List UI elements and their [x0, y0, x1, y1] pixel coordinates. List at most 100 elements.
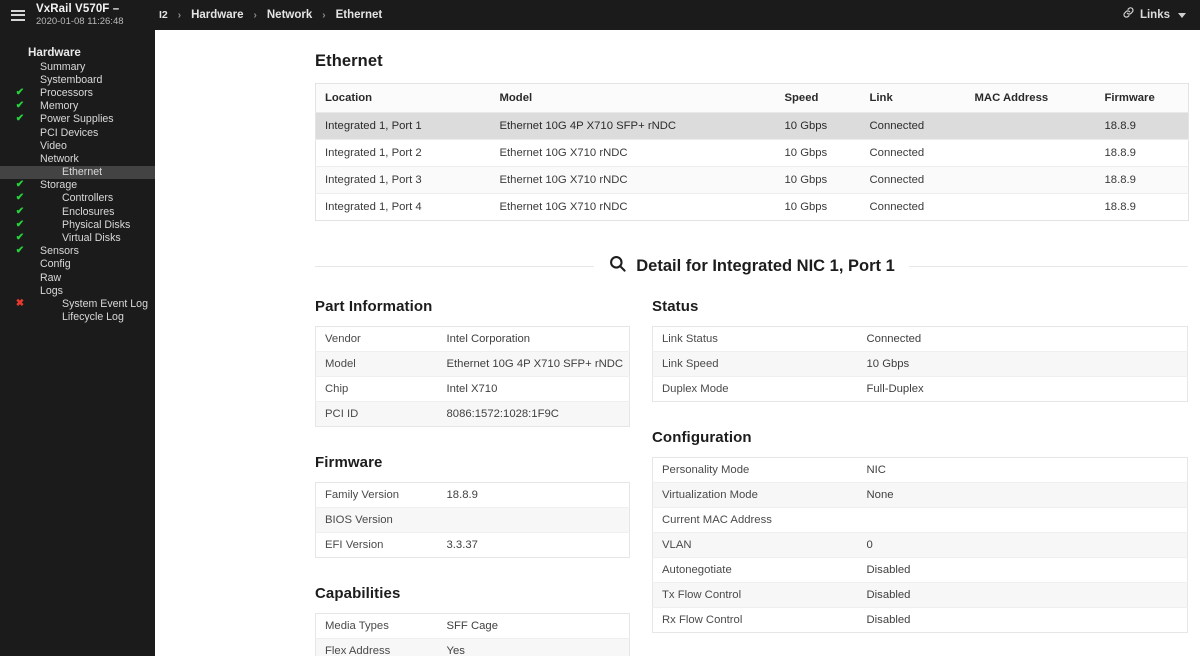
table-cell: Integrated 1, Port 4: [325, 201, 422, 213]
breadcrumb-item-i2[interactable]: I2: [158, 9, 169, 21]
detail-row: Duplex Mode Full-Duplex: [653, 377, 1188, 402]
sidebar-item-config[interactable]: Config: [0, 258, 155, 271]
table-row[interactable]: Integrated 1, Port 4 Ethernet 10G X710 rN…: [316, 194, 1189, 221]
table-cell: Integrated 1, Port 3: [315, 166, 491, 194]
sidebar-item-virtual-disks[interactable]: ✔ Virtual Disks: [0, 231, 155, 244]
detail-key: Link Speed: [652, 351, 858, 377]
table-cell: Integrated 1, Port 2: [315, 139, 491, 167]
detail-value: 8086:1572:1028:1F9C: [437, 401, 630, 427]
detail-key: Personality Mode: [652, 457, 858, 483]
hamburger-menu-icon[interactable]: [11, 9, 25, 21]
detail-value: 10 Gbps: [857, 351, 1188, 377]
table-cell: Connected: [860, 112, 966, 140]
detail-row: EFI Version 3.3.37: [316, 533, 630, 558]
status-title: Status: [652, 298, 699, 315]
column-header-link[interactable]: Link: [860, 83, 966, 113]
detail-row: Family Version 18.8.9: [315, 482, 630, 508]
sidebar-item-lifecycle-log[interactable]: Lifecycle Log: [0, 311, 155, 324]
detail-value: Yes: [437, 638, 630, 656]
table-cell: [965, 112, 1096, 140]
table-cell: 18.8.9: [1095, 112, 1189, 140]
sidebar-item-label: Memory: [40, 100, 79, 113]
configuration-table: Personality Mode NIC Virtualization Mode No…: [652, 457, 1188, 633]
top-bar: VxRail V570F – 2020-01-08 11:26:48 I2 › Ha…: [0, 0, 1200, 30]
detail-row: Vendor Intel Corporation: [315, 326, 630, 352]
detail-value: SFF Cage: [437, 613, 630, 639]
detail-row: Virtualization Mode None: [652, 482, 1188, 508]
brand-timestamp: 2020-01-08 11:26:48: [36, 15, 124, 27]
sidebar-item-summary[interactable]: Summary: [0, 60, 155, 73]
column-header-model[interactable]: Model: [490, 83, 776, 113]
sidebar-item-network[interactable]: Network: [0, 152, 155, 165]
sidebar-item-label: Controllers: [62, 192, 114, 205]
detail-key: Tx Flow Control: [652, 582, 858, 608]
sidebar-item-hardware[interactable]: Hardware: [0, 44, 155, 60]
sidebar-item-raw[interactable]: Raw: [0, 271, 155, 284]
link-chain-icon: [1122, 6, 1135, 24]
breadcrumb-item-hardware[interactable]: Hardware: [190, 9, 244, 21]
breadcrumb-separator: ›: [253, 9, 257, 21]
table-row[interactable]: Integrated 1, Port 1 Ethernet 10G 4P X710…: [315, 112, 1189, 140]
sidebar-item-video[interactable]: Video: [0, 139, 155, 152]
detail-value: Ethernet 10G 4P X710 SFP+ rNDC: [437, 351, 630, 377]
breadcrumb-item-network[interactable]: Network: [266, 9, 313, 21]
column-header-speed[interactable]: Speed: [775, 83, 861, 113]
magnifier-icon: [608, 254, 627, 278]
detail-header-text: Detail for Integrated NIC 1, Port 1: [636, 256, 895, 275]
column-header-firmware[interactable]: Firmware: [1095, 83, 1189, 113]
sidebar-item-label: Enclosures: [62, 205, 115, 218]
table-cell: Integrated 1, Port 1: [315, 112, 491, 140]
detail-value: 18.8.9: [437, 482, 630, 508]
sidebar: Hardware Summary Systemboard ✔ Processors ✔ Me…: [0, 30, 155, 656]
status-error-icon: ✖: [15, 297, 25, 309]
status-ok-icon: ✔: [15, 192, 25, 204]
main-panel: Ethernet Location Model Speed Link MAC Addre…: [155, 30, 1200, 656]
capabilities-table: Media TypesSFF CageFlex AddressYesNIC Pa…: [315, 613, 630, 656]
sidebar-item-ethernet[interactable]: Ethernet: [0, 165, 155, 179]
column-header-location[interactable]: Location: [315, 83, 491, 113]
table-row[interactable]: Integrated 1, Port 2 Ethernet 10G X710 rN…: [315, 139, 1189, 167]
sidebar-item-memory[interactable]: ✔ Memory: [0, 100, 155, 113]
sidebar-item-pci-devices[interactable]: PCI Devices: [0, 126, 155, 139]
sidebar-item-controllers[interactable]: ✔ Controllers: [0, 192, 155, 205]
sidebar-item-storage[interactable]: ✔ Storage: [0, 179, 155, 192]
breadcrumb-separator: ›: [322, 9, 326, 21]
configuration-title: Configuration: [652, 429, 752, 446]
detail-value: Full-Duplex: [866, 383, 924, 395]
sidebar-item-physical-disks[interactable]: ✔ Physical Disks: [0, 218, 155, 231]
table-cell: Ethernet 10G X710 rNDC: [490, 166, 776, 194]
links-label: Links: [1139, 9, 1170, 21]
table-cell: 10 Gbps: [775, 112, 861, 140]
capabilities-block: Capabilities Media Types SFF Cage Flex Add…: [315, 585, 630, 656]
status-ok-icon: ✔: [15, 113, 25, 125]
sidebar-item-processors[interactable]: ✔ Processors: [0, 86, 155, 99]
sidebar-item-system-event-log[interactable]: ✖ System Event Log: [0, 297, 155, 310]
detail-value: 0: [857, 532, 1188, 558]
configuration-block: Configuration Personality Mode NIC Virtual…: [652, 429, 1188, 633]
capabilities-title: Capabilities: [315, 585, 401, 602]
sidebar-item-logs[interactable]: Logs: [0, 284, 155, 297]
divider-left: [315, 265, 595, 267]
detail-row: Autonegotiate Disabled: [652, 557, 1188, 583]
detail-row: Flex Address Yes: [315, 638, 630, 656]
detail-columns: Part Information Vendor Intel Corporation…: [315, 298, 1188, 656]
table-row[interactable]: Integrated 1, Port 3 Ethernet 10G X710 rN…: [315, 166, 1189, 194]
sidebar-item-sensors[interactable]: ✔ Sensors: [0, 245, 155, 258]
table-header-row: Location Model Speed Link MAC Address Firmwar…: [315, 83, 1189, 113]
divider-right: [908, 265, 1189, 267]
status-ok-icon: ✔: [15, 218, 25, 230]
detail-key: VLAN: [652, 532, 858, 558]
breadcrumb-item-ethernet[interactable]: Ethernet: [335, 9, 384, 21]
brand-block: VxRail V570F – 2020-01-08 11:26:48: [36, 3, 124, 26]
detail-value: Disabled: [857, 557, 1188, 583]
sidebar-item-power-supplies[interactable]: ✔ Power Supplies: [0, 113, 155, 126]
detail-row: BIOS Version: [315, 507, 630, 533]
links-menu[interactable]: Links: [1122, 6, 1186, 24]
sidebar-item-label: Systemboard: [40, 73, 103, 86]
sidebar-item-label: Sensors: [40, 245, 79, 258]
sidebar-item-enclosures[interactable]: ✔ Enclosures: [0, 205, 155, 218]
sidebar-item-systemboard[interactable]: Systemboard: [0, 73, 155, 86]
detail-row: VLAN 0: [652, 532, 1188, 558]
column-header-mac-address[interactable]: MAC Address: [965, 83, 1096, 113]
detail-key: Virtualization Mode: [652, 482, 858, 508]
